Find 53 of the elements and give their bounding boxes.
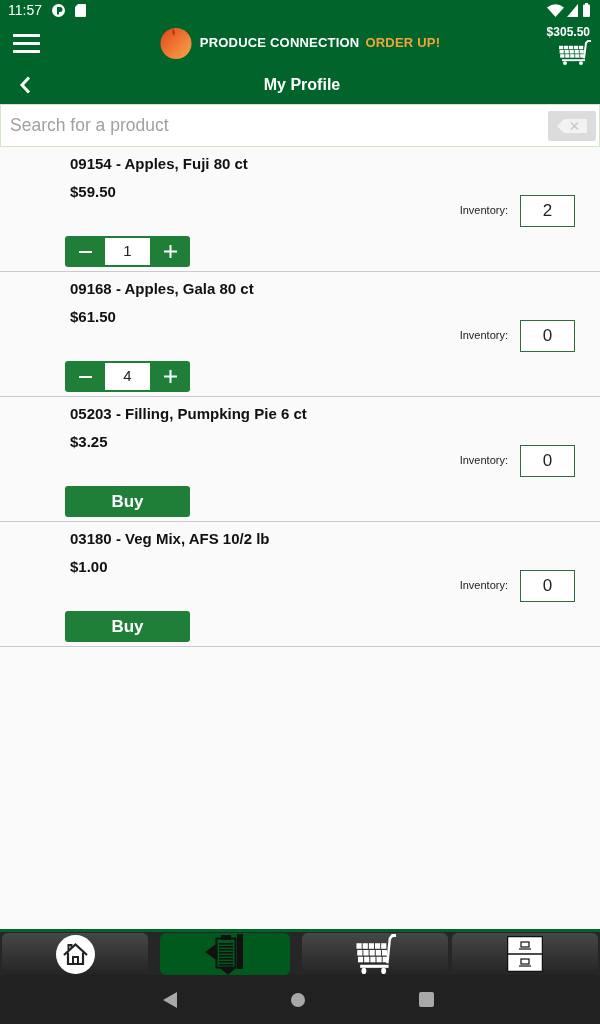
buy-button[interactable]: Buy: [65, 611, 190, 642]
product-name: 03180 - Veg Mix, AFS 10/2 lb: [69, 530, 270, 548]
decrease-button[interactable]: [65, 361, 105, 392]
wifi-icon: [547, 3, 564, 17]
search-field[interactable]: Search for a product: [0, 104, 600, 147]
inventory-field[interactable]: 0: [520, 319, 575, 352]
notification-icon: [52, 3, 65, 17]
fruit-logo-icon: [159, 27, 192, 59]
home-circle-icon[interactable]: [290, 992, 305, 1007]
inventory-label: Inventory:: [459, 453, 508, 469]
status-time: 11:57: [8, 2, 42, 18]
cart-icon[interactable]: [557, 40, 591, 65]
inventory-field[interactable]: 0: [520, 569, 575, 602]
back-icon[interactable]: [19, 76, 31, 94]
increase-button[interactable]: [150, 236, 190, 267]
menu-icon[interactable]: [13, 33, 40, 53]
quantity-field[interactable]: 1: [105, 236, 150, 267]
plus-icon: [163, 245, 177, 258]
nav-tab[interactable]: [452, 933, 598, 975]
backspace-icon: [557, 119, 587, 133]
product-price: $3.25: [69, 433, 108, 451]
battery-icon: [583, 3, 590, 17]
inventory-label: Inventory:: [459, 203, 508, 219]
product-name: 05203 - Filling, Pumpking Pie 6 ct: [69, 405, 307, 423]
cart-icon: [354, 934, 396, 974]
sd-card-icon: [75, 3, 86, 17]
back-triangle-icon[interactable]: [162, 991, 177, 1008]
product-price: $1.00: [69, 558, 108, 576]
brand-name: PRODUCE CONNECTION: [199, 34, 360, 53]
minus-icon: [78, 375, 92, 378]
inventory-label: Inventory:: [459, 328, 508, 344]
nav-tab[interactable]: [2, 933, 148, 975]
product-name: 09168 - Apples, Gala 80 ct: [69, 280, 254, 298]
increase-button[interactable]: [150, 361, 190, 392]
inventory-label: Inventory:: [459, 578, 508, 594]
file-cabinet-icon: [507, 936, 543, 972]
brand-tagline: ORDER UP!: [365, 34, 441, 53]
signal-icon: [567, 3, 578, 17]
product-price: $61.50: [69, 308, 116, 326]
inventory-field[interactable]: 2: [520, 194, 575, 227]
plus-icon: [163, 370, 177, 383]
product-name: 09154 - Apples, Fuji 80 ct: [69, 155, 248, 173]
quantity-field[interactable]: 4: [105, 361, 150, 392]
inventory-field[interactable]: 0: [520, 444, 575, 477]
cart-total: $305.50: [546, 25, 591, 39]
recents-square-icon[interactable]: [418, 992, 434, 1007]
decrease-button[interactable]: [65, 236, 105, 267]
product-price: $59.50: [69, 183, 116, 201]
nav-tab[interactable]: [302, 933, 448, 975]
minus-icon: [78, 250, 92, 253]
clipboard-arrow-icon: [204, 933, 246, 975]
page-title: My Profile: [262, 75, 341, 95]
buy-button[interactable]: Buy: [65, 486, 190, 517]
